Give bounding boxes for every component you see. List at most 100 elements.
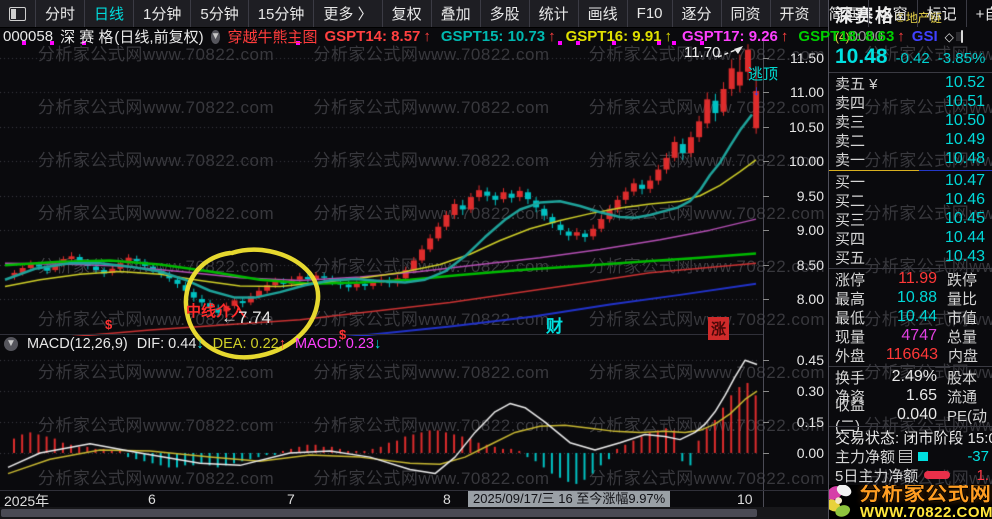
macd-chart-canvas[interactable] xyxy=(0,352,763,490)
menu-item-标记[interactable]: 标记 xyxy=(918,0,967,27)
brand-url: WWW.70822.COM xyxy=(859,504,992,519)
stat-row: 最低 10.44 市值 xyxy=(829,308,992,327)
macd-title[interactable]: MACD(12,26,9) xyxy=(27,336,128,352)
price-chart-canvas[interactable] xyxy=(0,40,763,336)
month-label[interactable]: 7 xyxy=(287,491,295,507)
quote-panel: 深赛格①地产链(4)0000 10.48 -0.42 -3.85% 卖五 ¥10… xyxy=(828,0,992,519)
main-net-flow-label: 主力净额 xyxy=(835,448,896,466)
cyan-legend-swatch xyxy=(918,451,929,461)
layout-icon xyxy=(9,6,26,21)
menu-item-日线[interactable]: 日线 xyxy=(85,0,135,27)
buy-level-row: 买五 10.43 xyxy=(829,248,992,267)
menu-item-小窗[interactable]: 小窗 xyxy=(869,0,918,27)
stat-label-clipped: 市值 xyxy=(947,309,978,327)
buy-level-row: 买一 10.47 xyxy=(829,172,992,191)
stat-row: 换手 2.49% 股本 xyxy=(829,368,992,387)
sell-level-price: 10.49 xyxy=(944,131,985,149)
stat-value: 11.99 xyxy=(898,270,937,288)
price-tick-label: 11.00 xyxy=(790,84,824,100)
month-label[interactable]: 8 xyxy=(443,491,451,507)
dif-reading: DIF: 0.44↓ xyxy=(136,335,204,352)
stat-label-clipped: 跌停 xyxy=(947,271,978,289)
price-tick-label: 8.00 xyxy=(796,291,824,307)
macd-tick: 0.15 xyxy=(763,414,827,430)
macd-tick: 0.00 xyxy=(763,445,827,461)
price-tick-label: 11.50 xyxy=(790,50,824,66)
price-change-pct: -3.85% xyxy=(937,50,986,67)
layout-toggle-button[interactable] xyxy=(0,0,36,27)
brand-name: 分析家公式网 xyxy=(859,484,992,506)
macd-arrow-icon: ↓ xyxy=(374,335,382,352)
month-label[interactable]: 6 xyxy=(148,491,156,507)
menu-item-15分钟[interactable]: 15分钟 xyxy=(249,0,315,27)
menu-item-统计[interactable]: 统计 xyxy=(530,0,579,27)
indicator-label: GSPT14: 8.57 xyxy=(324,28,421,45)
sell-level-price: 10.52 xyxy=(944,74,985,92)
list-icon[interactable] xyxy=(899,449,913,463)
buy-level-label: 买五 xyxy=(835,249,866,267)
menu-item-画线[interactable]: 画线 xyxy=(579,0,628,27)
stat-label: 换手 xyxy=(835,369,866,387)
menu-item-开资[interactable]: 开资 xyxy=(771,0,820,27)
menu-item-多股[interactable]: 多股 xyxy=(481,0,530,27)
price-tick: 9.50 xyxy=(763,188,827,204)
diamond-icon[interactable]: ◇ xyxy=(945,30,954,44)
macd-tick-label: 0.45 xyxy=(796,352,824,368)
stat-value: 10.88 xyxy=(896,289,937,307)
price-tick: 10.50 xyxy=(763,119,827,135)
sell-level-label: 卖五 ¥ xyxy=(835,75,878,93)
price-line: 10.48 -0.42 -3.85% xyxy=(829,45,992,71)
menu-item-F10[interactable]: F10 xyxy=(628,0,673,27)
selected-date-info: 2025/09/17/三 16 至今涨幅9.97% xyxy=(468,491,671,507)
collapse-icon[interactable]: ▼ xyxy=(4,336,18,351)
menu-item-+自选[interactable]: +自选 xyxy=(967,0,992,27)
sell-level-row: 卖五 ¥ 10.52 xyxy=(829,74,992,93)
price-tick-label: 9.50 xyxy=(796,188,824,204)
overlay-indicator-name[interactable]: 穿越牛熊主图 xyxy=(227,26,317,47)
buy-level-label: 买一 xyxy=(835,173,866,191)
stat-label: 外盘 xyxy=(835,347,866,365)
menu-item-复权[interactable]: 复权 xyxy=(383,0,432,27)
up-arrow-icon: ↑ xyxy=(423,28,431,45)
chart-scrollbar[interactable] xyxy=(0,507,828,519)
chevron-down-icon[interactable]: ▼ xyxy=(210,29,221,44)
up-arrow-icon: ↑ xyxy=(548,28,556,45)
stat-value: 116643 xyxy=(885,346,939,364)
menu-item-5分钟[interactable]: 5分钟 xyxy=(191,0,249,27)
red-legend-swatch xyxy=(924,471,951,480)
month-label[interactable]: 10 xyxy=(737,491,753,507)
scrollbar-thumb[interactable] xyxy=(1,509,757,517)
sell-level-label: 卖三 xyxy=(835,113,866,131)
sell-level-row: 卖一 10.48 xyxy=(829,150,992,169)
indicator-reading: GSPT16: 9.91 ↑ xyxy=(566,28,672,45)
dea-reading: DEA: 0.22↑ xyxy=(212,335,286,352)
price-change: -0.42 xyxy=(895,50,930,67)
price-tick: 11.00 xyxy=(763,84,827,100)
indicator-reading: GSPT18: 8.63 ↑ xyxy=(798,28,904,45)
indicator-label: GSPT15: 10.73 xyxy=(440,28,546,45)
menu-item-1分钟[interactable]: 1分钟 xyxy=(134,0,192,27)
split-window-icon[interactable] xyxy=(955,30,963,43)
time-axis: 2025年 6 7 8 10 2025/09/17/三 16 至今涨幅9.97% xyxy=(0,491,828,509)
main-net-flow-row: 主力净额 -37 xyxy=(829,447,992,466)
dea-arrow-icon: ↑ xyxy=(278,335,286,352)
main-net-flow-value: -37 xyxy=(967,447,989,465)
menu-item-同资[interactable]: 同资 xyxy=(722,0,771,27)
period-menu-group: 分时 日线 1分钟 5分钟 15分钟 更多 〉 xyxy=(0,0,383,27)
menu-item-逐分[interactable]: 逐分 xyxy=(673,0,722,27)
stat-label: 涨停 xyxy=(835,271,866,289)
buy-level-price: 10.45 xyxy=(944,210,985,228)
up-arrow-icon: ↑ xyxy=(664,28,673,45)
sell-level-row: 卖三 10.50 xyxy=(829,112,992,131)
menu-item-分时[interactable]: 分时 xyxy=(36,0,86,27)
menu-item-叠加[interactable]: 叠加 xyxy=(432,0,481,27)
menu-item-更多 〉[interactable]: 更多 〉 xyxy=(314,0,383,27)
price-tick-label: 10.50 xyxy=(788,119,824,135)
menu-item-简框[interactable]: 简框 xyxy=(820,0,869,27)
gsi-label: GSI xyxy=(911,28,938,45)
quote-body: 卖五 ¥ 10.52 卖四 10.51 卖三 10.50 卖二 10.49 卖一 10.48 买一 1… xyxy=(829,74,992,485)
indicator-label: GSPT16: 9.91 xyxy=(565,28,662,45)
sell-level-label: 卖一 xyxy=(835,151,866,169)
stat-value: 2.49% xyxy=(891,368,937,386)
stat-row: 涨停 11.99 跌停 xyxy=(829,270,992,289)
